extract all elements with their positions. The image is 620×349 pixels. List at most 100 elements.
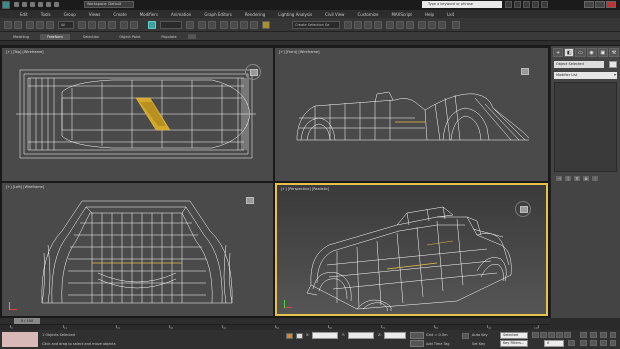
next-frame-icon[interactable]: [556, 332, 563, 338]
rendered-frame-window-icon[interactable]: [428, 21, 436, 29]
open-icon[interactable]: [22, 2, 27, 7]
viewport-label-perspective[interactable]: [+] [Perspective] [Realistic]: [281, 187, 329, 191]
app-logo-icon[interactable]: [2, 1, 10, 9]
select-manipulate-icon[interactable]: [198, 21, 206, 29]
rotate-icon[interactable]: [130, 21, 138, 29]
percent-snap-icon[interactable]: [240, 21, 248, 29]
undo-icon[interactable]: [38, 2, 43, 7]
viewport-label-front[interactable]: [+] [Front] [Wireframe]: [279, 50, 319, 54]
viewcube-icon[interactable]: [242, 193, 258, 209]
render-production-icon[interactable]: [438, 21, 446, 29]
zoom-extents-icon[interactable]: [600, 332, 607, 338]
new-icon[interactable]: [14, 2, 19, 7]
pivot-center-icon[interactable]: [186, 21, 194, 29]
tab-freeform[interactable]: Freeform: [40, 34, 70, 40]
project-folder-icon[interactable]: [54, 2, 59, 7]
menu-animation[interactable]: Animation: [171, 12, 191, 17]
unlink-icon[interactable]: [36, 21, 44, 29]
auto-key-label[interactable]: Auto Key: [472, 333, 488, 337]
time-configuration-icon[interactable]: [568, 340, 575, 346]
x-coordinate-field[interactable]: [312, 332, 338, 339]
a360-icon[interactable]: [452, 21, 460, 29]
viewport-left[interactable]: [+] [Left] [Wireframe]: [2, 183, 273, 316]
reference-coordinate-dropdown[interactable]: [160, 21, 182, 29]
window-crossing-icon[interactable]: [108, 21, 116, 29]
go-to-end-icon[interactable]: [564, 332, 571, 338]
utilities-tab-icon[interactable]: ⚒: [608, 48, 620, 57]
mirror-icon[interactable]: [344, 21, 352, 29]
viewcube-icon[interactable]: [515, 201, 531, 217]
layer-explorer-icon[interactable]: [364, 21, 372, 29]
selection-filter-dropdown[interactable]: All: [58, 21, 74, 29]
select-by-name-icon[interactable]: [88, 21, 96, 29]
undo-tool-icon[interactable]: [4, 21, 12, 29]
curve-editor-icon[interactable]: [386, 21, 394, 29]
menu-lighting-analysis[interactable]: Lighting Analysis: [278, 12, 312, 17]
remove-modifier-icon[interactable]: ⊗: [583, 175, 589, 181]
go-to-start-icon[interactable]: [532, 332, 539, 338]
tab-object-paint[interactable]: Object Paint: [112, 34, 148, 40]
save-icon[interactable]: [30, 2, 35, 7]
maximize-button[interactable]: [595, 1, 605, 8]
toggle-ribbon-icon[interactable]: [374, 21, 382, 29]
workspace-dropdown[interactable]: Workspace: Default: [84, 1, 134, 8]
link-icon[interactable]: [26, 21, 34, 29]
set-key-label[interactable]: Set Key: [472, 342, 485, 346]
auto-key-button[interactable]: [410, 332, 424, 339]
field-of-view-icon[interactable]: [580, 340, 587, 346]
angle-snap-icon[interactable]: [230, 21, 238, 29]
motion-tab-icon[interactable]: ◉: [586, 48, 597, 57]
move-icon[interactable]: [120, 21, 128, 29]
menu-help[interactable]: Help: [425, 12, 434, 17]
menu-graph-editors[interactable]: Graph Editors: [204, 12, 231, 17]
make-unique-icon[interactable]: ∀: [574, 175, 580, 181]
menu-customize[interactable]: Customize: [357, 12, 378, 17]
modify-tab-icon[interactable]: ◧: [564, 48, 575, 57]
redo-tool-icon[interactable]: [14, 21, 22, 29]
viewport-label-left[interactable]: [+] [Left] [Wireframe]: [6, 185, 44, 189]
close-button[interactable]: [606, 1, 616, 8]
previous-frame-icon[interactable]: [540, 332, 547, 338]
menu-maxscript[interactable]: MAXScript: [391, 12, 412, 17]
maxscript-listener[interactable]: [2, 332, 38, 347]
viewport-label-top[interactable]: [+] [Top] [Wireframe]: [6, 50, 44, 54]
zoom-all-icon[interactable]: [590, 332, 597, 338]
selection-region-icon[interactable]: [98, 21, 106, 29]
create-tab-icon[interactable]: +: [553, 48, 564, 57]
schematic-view-icon[interactable]: [396, 21, 404, 29]
menu-rendering[interactable]: Rendering: [245, 12, 265, 17]
spinner-snap-icon[interactable]: [250, 21, 258, 29]
account-icon[interactable]: [532, 1, 539, 8]
set-key-button[interactable]: [410, 340, 424, 347]
tab-populate[interactable]: Populate: [154, 34, 184, 40]
key-mode-icon[interactable]: [462, 333, 469, 339]
edit-named-selection-icon[interactable]: [262, 21, 270, 29]
modifier-list-dropdown[interactable]: Modifier List: [554, 72, 617, 79]
ribbon-options-icon[interactable]: [188, 34, 196, 39]
zoom-extents-all-icon[interactable]: [610, 332, 616, 338]
maximize-viewport-icon[interactable]: [610, 340, 616, 346]
z-coordinate-field[interactable]: [384, 332, 406, 339]
show-end-result-icon[interactable]: |: [565, 175, 571, 181]
display-tab-icon[interactable]: ▣: [597, 48, 608, 57]
menu-group[interactable]: Group: [64, 12, 76, 17]
redo-icon[interactable]: [46, 2, 51, 7]
selected-set-dropdown[interactable]: Selected: [500, 332, 528, 339]
modifier-stack[interactable]: [554, 82, 617, 172]
star-icon[interactable]: [523, 1, 530, 8]
menu-extra[interactable]: Lk4: [447, 12, 454, 17]
menu-create[interactable]: Create: [113, 12, 126, 17]
viewport-top[interactable]: [+] [Top] [Wireframe]: [2, 48, 273, 181]
zoom-icon[interactable]: [580, 332, 587, 338]
hierarchy-tab-icon[interactable]: ▭: [575, 48, 586, 57]
viewport-perspective[interactable]: [+] [Perspective] [Realistic]: [275, 183, 548, 316]
material-editor-icon[interactable]: [406, 21, 414, 29]
bind-space-warp-icon[interactable]: [46, 21, 54, 29]
play-icon[interactable]: [548, 332, 555, 338]
orbit-icon[interactable]: [600, 340, 607, 346]
pan-view-icon[interactable]: [590, 340, 597, 346]
viewcube-icon[interactable]: [517, 64, 533, 80]
pin-stack-icon[interactable]: ⊣: [556, 175, 562, 181]
snaps-toggle-icon[interactable]: [220, 21, 228, 29]
configure-sets-icon[interactable]: ⋮: [592, 175, 598, 181]
